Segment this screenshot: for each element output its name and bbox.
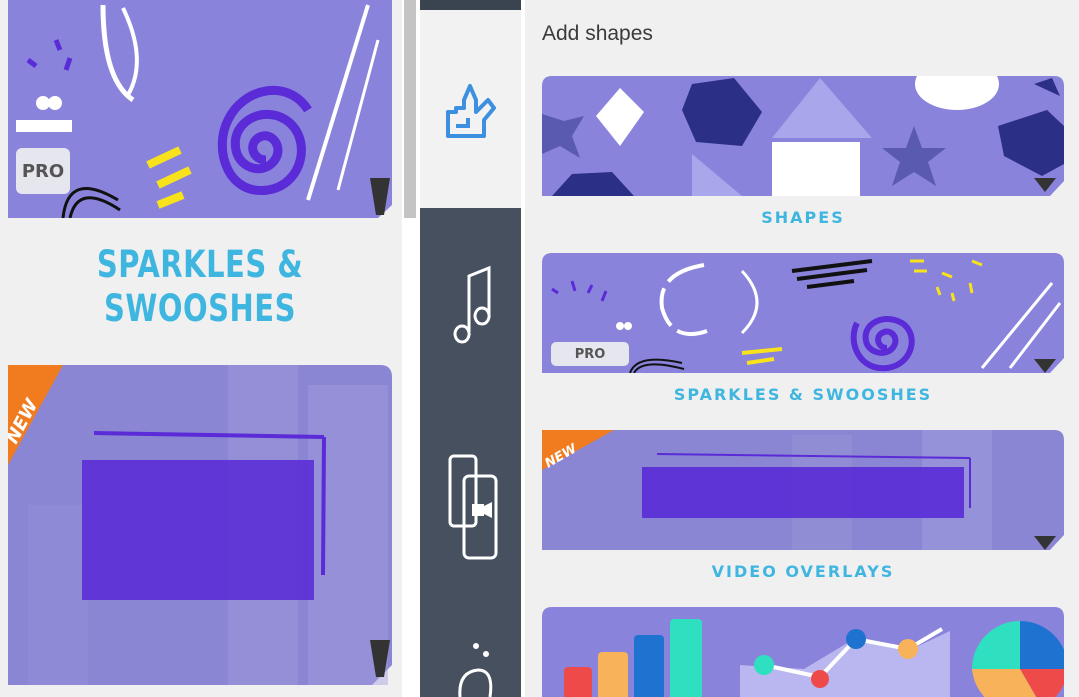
shapes-icon [446,84,496,138]
sparkles-label-zoomed: SPARKLES & SWOOSHES [96,241,304,331]
toolbar-top-strip [420,0,521,10]
zoomed-category-list: PRO SPARKLES & SWOOSHES NEW [0,0,402,697]
pro-badge-text: PRO [21,160,65,182]
music-icon[interactable] [452,262,492,346]
pro-badge-small-text: PRO [574,347,606,362]
sparkles-card-zoomed[interactable]: PRO [8,0,392,218]
shapes-label: SHAPES [761,208,845,227]
video-overlays-label: VIDEO OVERLAYS [711,562,895,581]
video-overlays-card-zoomed[interactable]: NEW [8,365,392,685]
shapes-card[interactable] [542,76,1064,196]
video-overlays-card[interactable]: NEW [542,430,1064,550]
panel-title: Add shapes [542,22,653,45]
tool-shapes-tab[interactable] [420,10,521,208]
effects-icon[interactable] [456,640,496,697]
sparkles-card[interactable]: PRO [542,253,1064,373]
charts-card[interactable] [542,607,1064,697]
pro-badge-small: PRO [551,342,629,366]
pro-badge: PRO [16,148,70,194]
left-scrollbar[interactable] [404,0,416,218]
video-overlay-icon[interactable] [446,448,500,568]
sparkles-label: SPARKLES & SWOOSHES [673,385,933,404]
tool-sidebar [420,0,521,697]
add-shapes-panel: Add shapes SHAPES PRO SPARKLES & SWOOSHE… [525,0,1079,697]
